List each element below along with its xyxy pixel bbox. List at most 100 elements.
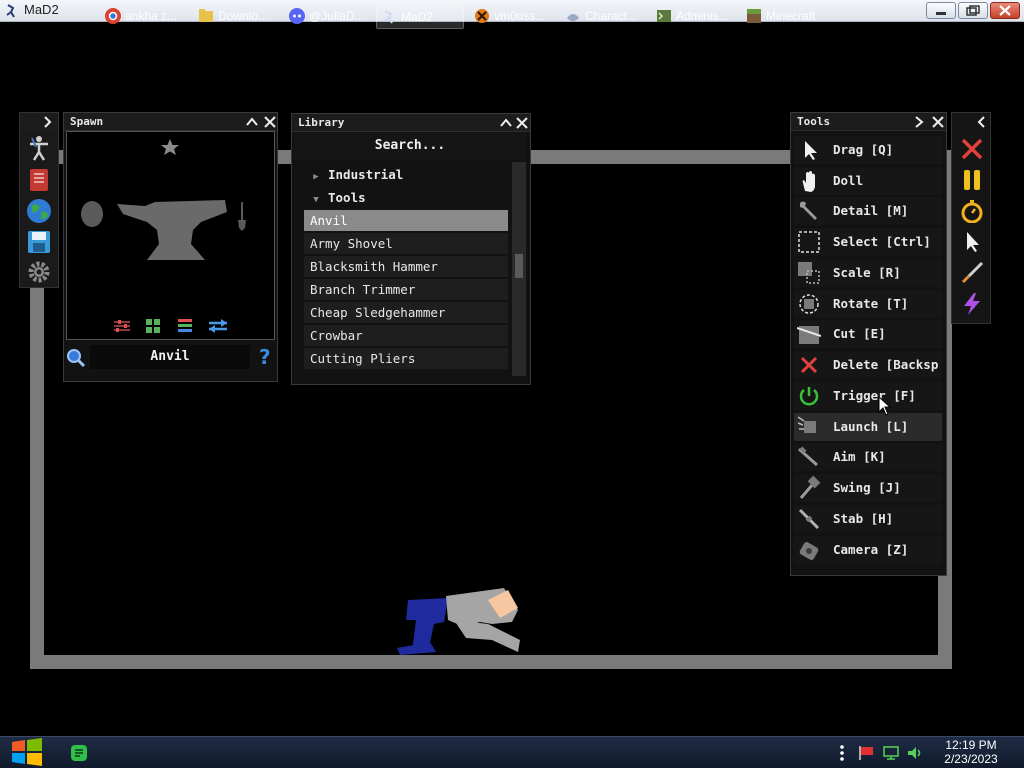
terminal-icon [657, 10, 671, 22]
ragdoll-character[interactable] [392, 580, 542, 660]
network-icon[interactable] [882, 745, 900, 761]
collapse-up-icon[interactable] [244, 114, 260, 130]
taskbar-item-chrome[interactable]: ankha z... [101, 3, 188, 29]
camera-icon [799, 542, 819, 560]
taskbar-clock[interactable]: 12:19 PM 2/23/2023 [936, 738, 1006, 766]
more-options-icon[interactable] [838, 744, 846, 762]
chrome-icon [105, 8, 121, 24]
left-sidebar [19, 112, 59, 288]
ragdoll-icon[interactable] [26, 135, 52, 161]
anvil-preview-icon [117, 200, 227, 260]
search-icon[interactable] [66, 348, 86, 368]
library-scroll-thumb[interactable] [515, 254, 523, 278]
delete-x-icon [800, 356, 818, 374]
chevron-right-icon[interactable] [42, 116, 54, 128]
taskbar-item-minecraft[interactable]: Minecraft [742, 3, 824, 29]
flag-icon[interactable] [857, 745, 875, 761]
tool-cut[interactable]: Cut [E] [794, 320, 942, 348]
favorite-star-icon[interactable] [160, 138, 180, 156]
library-search-input[interactable]: Search... [294, 133, 526, 159]
maximize-button[interactable] [958, 2, 988, 19]
tool-label: Aim [K] [833, 449, 886, 464]
tool-delete[interactable]: Delete [Backsp [794, 351, 942, 379]
minimize-icon [936, 12, 946, 15]
tool-trigger[interactable]: Trigger [F] [794, 382, 942, 410]
tool-launch[interactable]: Launch [L] [794, 413, 942, 441]
chevron-right-icon[interactable] [911, 114, 927, 130]
spawn-panel-title: Spawn [70, 115, 104, 128]
help-icon[interactable]: ? [256, 346, 274, 368]
tool-rotate[interactable]: Rotate [T] [794, 290, 942, 318]
tool-label: Scale [R] [833, 265, 901, 280]
tools-panel-header: Tools [791, 113, 946, 131]
library-item[interactable]: Cutting Pliers [304, 348, 508, 369]
close-panel-icon[interactable] [262, 114, 278, 130]
tool-label: Cut [E] [833, 326, 886, 341]
egg-item-icon[interactable] [79, 200, 105, 228]
collapse-up-icon[interactable] [498, 115, 514, 131]
close-panel-icon[interactable] [930, 114, 946, 130]
svg-text:?: ? [259, 346, 271, 368]
clear-x-icon[interactable] [960, 137, 984, 161]
chevron-left-icon[interactable] [976, 116, 988, 128]
select-box-icon [798, 231, 820, 253]
mad2-icon [384, 10, 393, 24]
grid-icon[interactable] [145, 318, 161, 334]
spawn-preview[interactable] [66, 131, 275, 340]
tool-label: Select [Ctrl] [833, 234, 931, 249]
pointer-icon[interactable] [960, 230, 984, 254]
tool-aim[interactable]: Aim [K] [794, 443, 942, 471]
tool-label: Drag [Q] [833, 142, 894, 157]
library-item[interactable]: Branch Trimmer [304, 279, 508, 300]
sliders-icon[interactable] [113, 318, 131, 334]
expand-down-icon: ▼ [313, 195, 319, 205]
tool-detail[interactable]: Detail [M] [794, 197, 942, 225]
tool-camera[interactable]: Camera [Z] [794, 536, 942, 564]
category-tools[interactable]: ▼ Tools [304, 187, 508, 208]
taskbar-item-admin[interactable]: Adminis... [652, 3, 736, 29]
tool-drag[interactable]: Drag [Q] [794, 136, 942, 164]
book-icon[interactable] [26, 167, 52, 193]
tool-scale[interactable]: Scale [R] [794, 259, 942, 287]
library-item[interactable]: Cheap Sledgehammer [304, 302, 508, 323]
library-item-anvil[interactable]: Anvil [304, 210, 508, 231]
minecraft-icon [747, 9, 761, 23]
taskbar-item-discord[interactable]: @JuliaD... [285, 3, 371, 29]
taskbar-item-vm[interactable]: vm0uss... [470, 3, 556, 29]
restore-icon [966, 5, 980, 16]
knife-icon[interactable] [960, 261, 984, 285]
tool-label: Doll [833, 173, 864, 188]
tool-select[interactable]: Select [Ctrl] [794, 228, 942, 256]
globe-icon[interactable] [26, 198, 52, 224]
layers-icon[interactable] [177, 318, 193, 334]
category-industrial[interactable]: ▶ Industrial [304, 164, 508, 185]
taskbar-item-label: Minecraft [766, 9, 816, 23]
swap-arrows-icon[interactable] [207, 318, 229, 334]
tool-swing[interactable]: Swing [J] [794, 474, 942, 502]
minimize-button[interactable] [926, 2, 956, 19]
tool-doll[interactable]: Doll [794, 167, 942, 195]
library-item[interactable]: Army Shovel [304, 233, 508, 254]
close-panel-icon[interactable] [514, 115, 530, 131]
taskbar-item-downloads[interactable]: Downlo... [194, 3, 278, 29]
stopwatch-icon[interactable] [960, 199, 984, 223]
tools-panel-title: Tools [797, 115, 831, 128]
pause-icon[interactable] [960, 168, 984, 192]
tool-stab[interactable]: Stab [H] [794, 505, 942, 533]
taskbar-item-label: Downlo... [218, 9, 269, 23]
cut-icon [797, 326, 821, 344]
lightning-icon[interactable] [960, 292, 984, 316]
settings-gear-icon[interactable] [26, 259, 52, 285]
taskbar-item-mad2[interactable]: MaD2 [376, 3, 464, 29]
volume-icon[interactable] [906, 745, 924, 761]
library-item[interactable]: Crowbar [304, 325, 508, 346]
close-window-button[interactable] [990, 2, 1020, 19]
green-app-icon[interactable] [70, 744, 88, 762]
tool-label: Rotate [T] [833, 296, 909, 311]
tool-label: Launch [L] [833, 419, 909, 434]
start-windows-icon[interactable] [10, 738, 44, 766]
shovel-item-icon[interactable] [237, 202, 247, 232]
save-icon[interactable] [26, 229, 52, 255]
library-item[interactable]: Blacksmith Hammer [304, 256, 508, 277]
taskbar-item-character[interactable]: Charact... [561, 3, 647, 29]
